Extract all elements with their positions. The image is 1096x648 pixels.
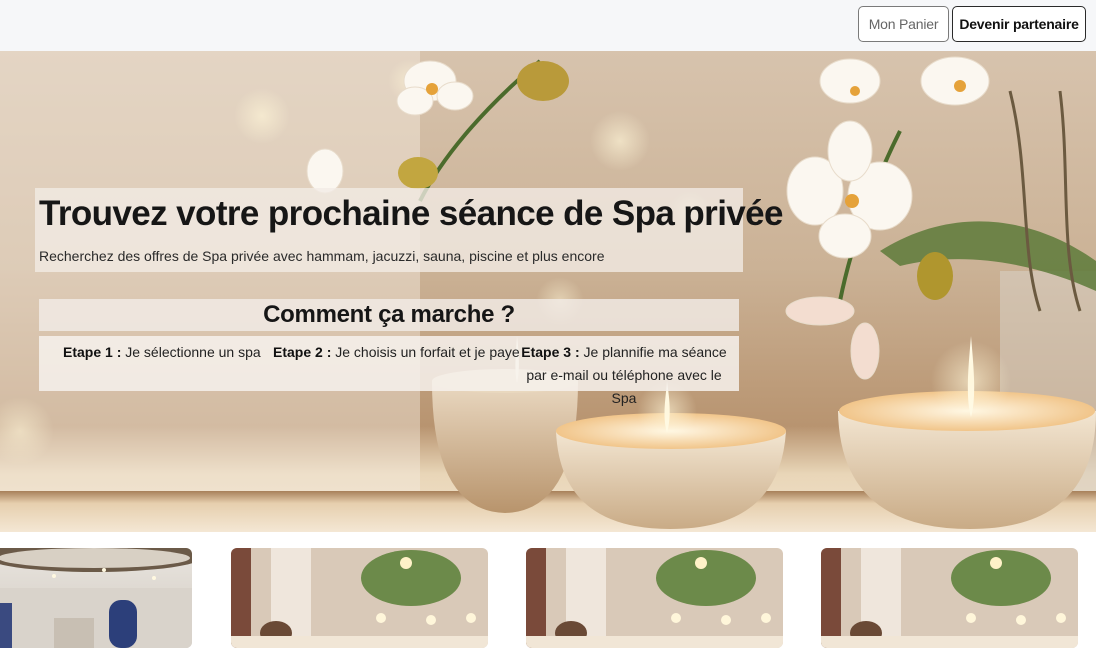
- hero-subtitle: Recherchez des offres de Spa privée avec…: [39, 248, 605, 264]
- spa-card[interactable]: [526, 548, 783, 648]
- step-3-label: Etape 3 :: [521, 344, 580, 360]
- become-partner-button[interactable]: Devenir partenaire: [952, 6, 1086, 42]
- hero-title: Trouvez votre prochaine séance de Spa pr…: [39, 194, 784, 233]
- how-it-works-steps: Etape 1 : Je sélectionne un spa Etape 2 …: [39, 336, 739, 406]
- how-it-works-title: Comment ça marche ?: [263, 301, 515, 328]
- spa-card-image: [231, 548, 488, 648]
- how-it-works-header: Comment ça marche ?: [39, 299, 739, 331]
- hero-banner: Trouvez votre prochaine séance de Spa pr…: [0, 51, 1096, 532]
- step-1: Etape 1 : Je sélectionne un spa: [63, 341, 261, 364]
- spa-card[interactable]: [0, 548, 192, 648]
- step-2-text: Je choisis un forfait et je paye: [335, 344, 520, 360]
- step-3: Etape 3 : Je plannifie ma séance par e-m…: [518, 341, 730, 410]
- spa-card[interactable]: [821, 548, 1078, 648]
- spa-card-image: [821, 548, 1078, 648]
- hero-background-image: [0, 51, 1096, 532]
- spa-card-image: [526, 548, 783, 648]
- step-2-label: Etape 2 :: [273, 344, 332, 360]
- step-1-label: Etape 1 :: [63, 344, 122, 360]
- cart-button[interactable]: Mon Panier: [858, 6, 949, 42]
- hero-title-panel: Trouvez votre prochaine séance de Spa pr…: [35, 188, 784, 272]
- step-1-text: Je sélectionne un spa: [125, 344, 261, 360]
- spa-card-image: [0, 548, 192, 648]
- spa-card[interactable]: [231, 548, 488, 648]
- step-2: Etape 2 : Je choisis un forfait et je pa…: [273, 341, 520, 364]
- top-navbar: Mon Panier Devenir partenaire: [0, 0, 1096, 51]
